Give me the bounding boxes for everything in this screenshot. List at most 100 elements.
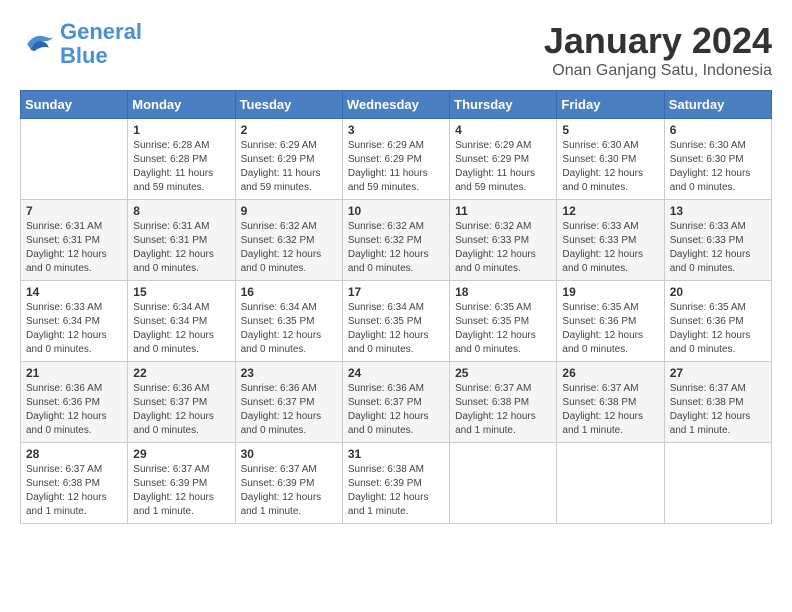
day-number: 18: [455, 285, 551, 299]
day-cell: 24Sunrise: 6:36 AM Sunset: 6:37 PM Dayli…: [342, 362, 449, 443]
day-number: 2: [241, 123, 337, 137]
day-info: Sunrise: 6:35 AM Sunset: 6:36 PM Dayligh…: [670, 301, 766, 357]
day-info: Sunrise: 6:38 AM Sunset: 6:39 PM Dayligh…: [348, 463, 444, 519]
day-info: Sunrise: 6:30 AM Sunset: 6:30 PM Dayligh…: [670, 139, 766, 195]
day-info: Sunrise: 6:33 AM Sunset: 6:34 PM Dayligh…: [26, 301, 122, 357]
day-cell: 30Sunrise: 6:37 AM Sunset: 6:39 PM Dayli…: [235, 443, 342, 524]
day-number: 22: [133, 366, 229, 380]
day-number: 27: [670, 366, 766, 380]
day-cell: 22 Sunrise: 6:36 AM Sunset: 6:37 PM Dayli…: [128, 362, 235, 443]
location-subtitle: Onan Ganjang Satu, Indonesia: [544, 62, 772, 80]
day-info: Sunrise: 6:28 AM Sunset: 6:28 PM Dayligh…: [133, 139, 229, 195]
week-row-5: 28 Sunrise: 6:37 AM Sunset: 6:38 PM Dayli…: [21, 443, 772, 524]
day-info: Sunrise: 6:35 AM Sunset: 6:36 PM Dayligh…: [562, 301, 658, 357]
day-info: Sunrise: 6:37 AM Sunset: 6:39 PM Dayligh…: [133, 463, 229, 519]
day-info: Sunrise: 6:36 AM Sunset: 6:37 PM Dayligh…: [133, 382, 229, 438]
day-info: Sunrise: 6:33 AM Sunset: 6:33 PM Dayligh…: [562, 220, 658, 276]
day-cell: 11 Sunrise: 6:32 AM Sunset: 6:33 PM Dayli…: [450, 200, 557, 281]
day-cell: 21Sunrise: 6:36 AM Sunset: 6:36 PM Dayli…: [21, 362, 128, 443]
day-cell: [21, 119, 128, 200]
day-cell: 20 Sunrise: 6:35 AM Sunset: 6:36 PM Dayli…: [664, 281, 771, 362]
day-cell: 25Sunrise: 6:37 AM Sunset: 6:38 PM Dayli…: [450, 362, 557, 443]
day-number: 8: [133, 204, 229, 218]
day-number: 31: [348, 447, 444, 461]
day-info: Sunrise: 6:35 AM Sunset: 6:35 PM Dayligh…: [455, 301, 551, 357]
week-row-1: 1 Sunrise: 6:28 AM Sunset: 6:28 PM Daylig…: [21, 119, 772, 200]
day-number: 26: [562, 366, 658, 380]
day-cell: 14Sunrise: 6:33 AM Sunset: 6:34 PM Dayli…: [21, 281, 128, 362]
day-cell: 5 Sunrise: 6:30 AM Sunset: 6:30 PM Daylig…: [557, 119, 664, 200]
day-info: Sunrise: 6:37 AM Sunset: 6:38 PM Dayligh…: [562, 382, 658, 438]
day-info: Sunrise: 6:36 AM Sunset: 6:37 PM Dayligh…: [241, 382, 337, 438]
day-cell: 31 Sunrise: 6:38 AM Sunset: 6:39 PM Dayli…: [342, 443, 449, 524]
day-number: 12: [562, 204, 658, 218]
day-info: Sunrise: 6:29 AM Sunset: 6:29 PM Dayligh…: [455, 139, 551, 195]
col-header-monday: Monday: [128, 91, 235, 119]
col-header-sunday: Sunday: [21, 91, 128, 119]
day-cell: 29 Sunrise: 6:37 AM Sunset: 6:39 PM Dayli…: [128, 443, 235, 524]
day-number: 29: [133, 447, 229, 461]
calendar-header: SundayMondayTuesdayWednesdayThursdayFrid…: [21, 91, 772, 119]
calendar-table: SundayMondayTuesdayWednesdayThursdayFrid…: [20, 90, 772, 524]
col-header-friday: Friday: [557, 91, 664, 119]
day-cell: 27 Sunrise: 6:37 AM Sunset: 6:38 PM Dayli…: [664, 362, 771, 443]
logo: GeneralBlue: [20, 20, 142, 68]
day-number: 1: [133, 123, 229, 137]
day-info: Sunrise: 6:29 AM Sunset: 6:29 PM Dayligh…: [241, 139, 337, 195]
day-info: Sunrise: 6:37 AM Sunset: 6:38 PM Dayligh…: [26, 463, 122, 519]
day-info: Sunrise: 6:36 AM Sunset: 6:37 PM Dayligh…: [348, 382, 444, 438]
day-info: Sunrise: 6:37 AM Sunset: 6:39 PM Dayligh…: [241, 463, 337, 519]
day-number: 20: [670, 285, 766, 299]
title-block: January 2024 Onan Ganjang Satu, Indonesi…: [544, 20, 772, 80]
day-cell: 4Sunrise: 6:29 AM Sunset: 6:29 PM Daylig…: [450, 119, 557, 200]
day-number: 19: [562, 285, 658, 299]
week-row-3: 14Sunrise: 6:33 AM Sunset: 6:34 PM Dayli…: [21, 281, 772, 362]
day-cell: 2 Sunrise: 6:29 AM Sunset: 6:29 PM Daylig…: [235, 119, 342, 200]
day-info: Sunrise: 6:32 AM Sunset: 6:32 PM Dayligh…: [241, 220, 337, 276]
day-cell: 10Sunrise: 6:32 AM Sunset: 6:32 PM Dayli…: [342, 200, 449, 281]
day-number: 21: [26, 366, 122, 380]
day-info: Sunrise: 6:32 AM Sunset: 6:33 PM Dayligh…: [455, 220, 551, 276]
day-cell: 19 Sunrise: 6:35 AM Sunset: 6:36 PM Dayli…: [557, 281, 664, 362]
col-header-tuesday: Tuesday: [235, 91, 342, 119]
day-number: 11: [455, 204, 551, 218]
day-info: Sunrise: 6:37 AM Sunset: 6:38 PM Dayligh…: [455, 382, 551, 438]
day-cell: 23 Sunrise: 6:36 AM Sunset: 6:37 PM Dayli…: [235, 362, 342, 443]
day-number: 13: [670, 204, 766, 218]
day-number: 23: [241, 366, 337, 380]
day-number: 7: [26, 204, 122, 218]
logo-text: GeneralBlue: [60, 20, 142, 68]
day-number: 5: [562, 123, 658, 137]
col-header-wednesday: Wednesday: [342, 91, 449, 119]
day-info: Sunrise: 6:37 AM Sunset: 6:38 PM Dayligh…: [670, 382, 766, 438]
day-info: Sunrise: 6:33 AM Sunset: 6:33 PM Dayligh…: [670, 220, 766, 276]
day-cell: 16Sunrise: 6:34 AM Sunset: 6:35 PM Dayli…: [235, 281, 342, 362]
day-info: Sunrise: 6:31 AM Sunset: 6:31 PM Dayligh…: [133, 220, 229, 276]
day-info: Sunrise: 6:29 AM Sunset: 6:29 PM Dayligh…: [348, 139, 444, 195]
day-cell: [557, 443, 664, 524]
day-cell: 1 Sunrise: 6:28 AM Sunset: 6:28 PM Daylig…: [128, 119, 235, 200]
day-info: Sunrise: 6:32 AM Sunset: 6:32 PM Dayligh…: [348, 220, 444, 276]
day-cell: 18 Sunrise: 6:35 AM Sunset: 6:35 PM Dayli…: [450, 281, 557, 362]
week-row-2: 7 Sunrise: 6:31 AM Sunset: 6:31 PM Daylig…: [21, 200, 772, 281]
month-title: January 2024: [544, 20, 772, 62]
day-info: Sunrise: 6:34 AM Sunset: 6:34 PM Dayligh…: [133, 301, 229, 357]
week-row-4: 21Sunrise: 6:36 AM Sunset: 6:36 PM Dayli…: [21, 362, 772, 443]
day-cell: 15Sunrise: 6:34 AM Sunset: 6:34 PM Dayli…: [128, 281, 235, 362]
day-cell: [450, 443, 557, 524]
day-cell: 7 Sunrise: 6:31 AM Sunset: 6:31 PM Daylig…: [21, 200, 128, 281]
day-cell: 12 Sunrise: 6:33 AM Sunset: 6:33 PM Dayli…: [557, 200, 664, 281]
day-number: 16: [241, 285, 337, 299]
page-header: GeneralBlue January 2024 Onan Ganjang Sa…: [20, 20, 772, 80]
day-info: Sunrise: 6:31 AM Sunset: 6:31 PM Dayligh…: [26, 220, 122, 276]
day-info: Sunrise: 6:30 AM Sunset: 6:30 PM Dayligh…: [562, 139, 658, 195]
day-cell: 13 Sunrise: 6:33 AM Sunset: 6:33 PM Dayli…: [664, 200, 771, 281]
day-number: 28: [26, 447, 122, 461]
day-cell: [664, 443, 771, 524]
day-cell: 3Sunrise: 6:29 AM Sunset: 6:29 PM Daylig…: [342, 119, 449, 200]
day-cell: 26 Sunrise: 6:37 AM Sunset: 6:38 PM Dayli…: [557, 362, 664, 443]
col-header-thursday: Thursday: [450, 91, 557, 119]
day-number: 17: [348, 285, 444, 299]
day-cell: 6Sunrise: 6:30 AM Sunset: 6:30 PM Daylig…: [664, 119, 771, 200]
day-cell: 28 Sunrise: 6:37 AM Sunset: 6:38 PM Dayli…: [21, 443, 128, 524]
